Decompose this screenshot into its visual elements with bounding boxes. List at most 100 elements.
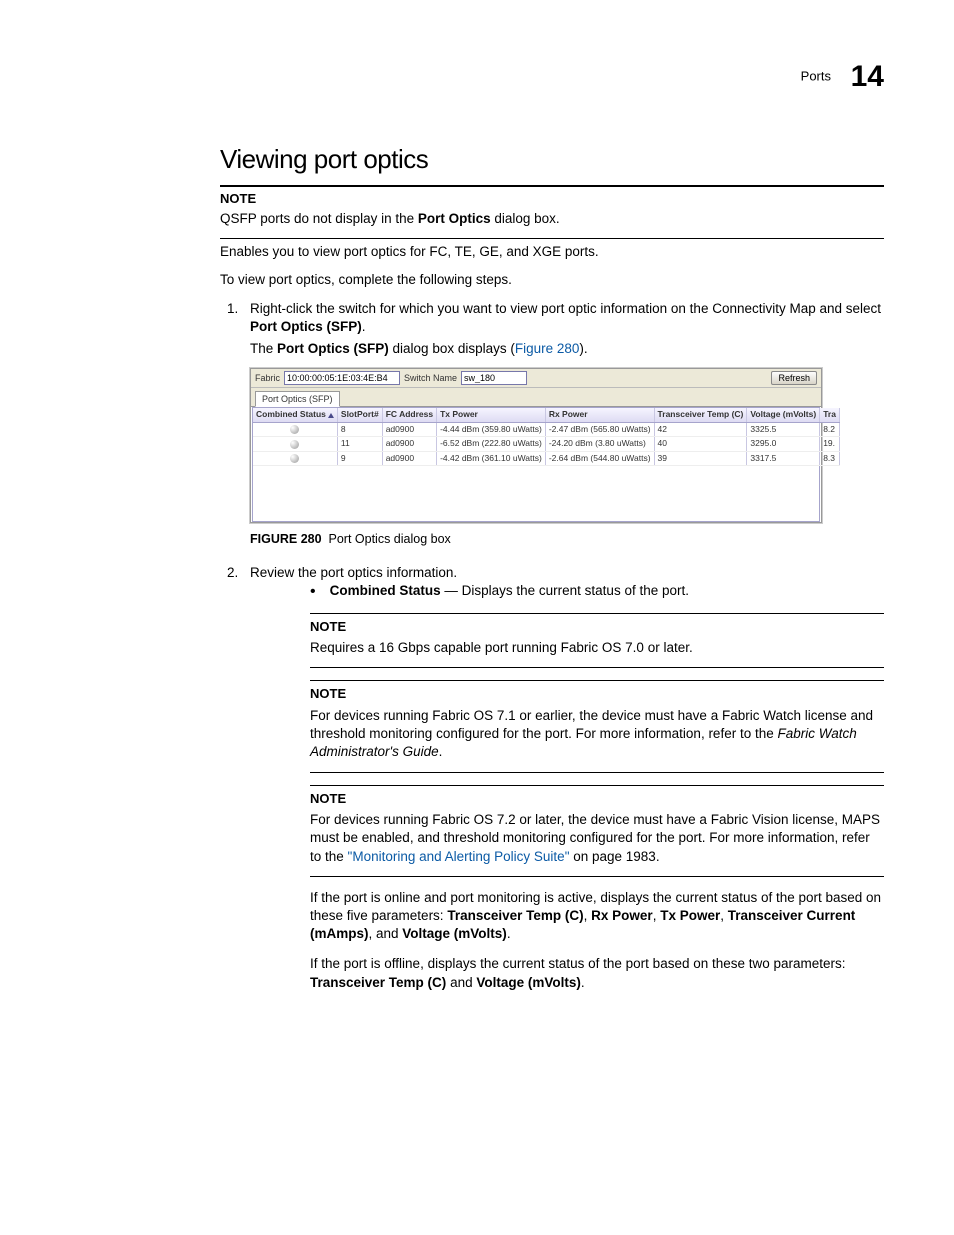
term: Voltage (mVolts): [402, 926, 507, 941]
note-text: For devices running Fabric OS 7.1 or ear…: [310, 707, 884, 762]
cell: -4.44 dBm (359.80 uWatts): [437, 422, 546, 436]
status-icon: [290, 425, 299, 434]
col-rx-power[interactable]: Rx Power: [545, 408, 654, 422]
col-tra[interactable]: Tra: [820, 408, 840, 422]
page: Ports 14 Viewing port optics NOTE QSFP p…: [0, 0, 954, 1062]
cell: 3317.5: [747, 451, 820, 465]
term: Rx Power: [591, 908, 653, 923]
cell: 8.2: [820, 422, 840, 436]
text: , and: [369, 926, 403, 941]
tab-port-optics[interactable]: Port Optics (SFP): [255, 391, 340, 407]
note-label: NOTE: [220, 191, 884, 206]
switchname-input[interactable]: [461, 371, 527, 385]
text: Right-click the switch for which you wan…: [250, 301, 881, 316]
note-block: NOTE For devices running Fabric OS 7.1 o…: [310, 680, 884, 772]
fabric-label: Fabric: [255, 372, 280, 384]
cell: 3325.5: [747, 422, 820, 436]
text: QSFP ports do not display in the: [220, 211, 418, 226]
fabric-input[interactable]: [284, 371, 400, 385]
switchname-label: Switch Name: [404, 372, 457, 384]
rule: [310, 772, 884, 773]
rule: [310, 613, 884, 614]
term: Combined Status: [330, 583, 441, 598]
text: The: [250, 341, 277, 356]
note-label: NOTE: [310, 618, 884, 636]
cell: 9: [337, 451, 382, 465]
col-fc-address[interactable]: FC Address: [382, 408, 436, 422]
paragraph: If the port is online and port monitorin…: [310, 889, 884, 944]
refresh-button[interactable]: Refresh: [771, 371, 817, 385]
step-item: Right-click the switch for which you wan…: [242, 300, 884, 549]
paragraph: Enables you to view port optics for FC, …: [220, 243, 884, 261]
status-icon: [290, 440, 299, 449]
cell: 19.: [820, 437, 840, 451]
rule: [220, 185, 884, 187]
paragraph: If the port is offline, displays the cur…: [310, 955, 884, 991]
figure-label: FIGURE 280: [250, 532, 322, 546]
cell: ad0900: [382, 451, 436, 465]
steps-list: Right-click the switch for which you wan…: [220, 300, 884, 992]
text: .: [581, 975, 585, 990]
figure-link[interactable]: Figure 280: [515, 341, 580, 356]
text: .: [439, 744, 443, 759]
cross-ref-link[interactable]: "Monitoring and Alerting Policy Suite": [348, 849, 570, 864]
figure-title: Port Optics dialog box: [329, 532, 451, 546]
port-optics-dialog: Fabric Switch Name Refresh Port Optics (…: [250, 368, 822, 523]
term: Transceiver Temp (C): [447, 908, 583, 923]
paragraph: To view port optics, complete the follow…: [220, 271, 884, 289]
cell: -24.20 dBm (3.80 uWatts): [545, 437, 654, 451]
text: If the port is offline, displays the cur…: [310, 956, 846, 971]
cell: -6.52 dBm (222.80 uWatts): [437, 437, 546, 451]
table-row[interactable]: 11 ad0900 -6.52 dBm (222.80 uWatts) -24.…: [253, 437, 839, 451]
table-row[interactable]: 8 ad0900 -4.44 dBm (359.80 uWatts) -2.47…: [253, 422, 839, 436]
cell: ad0900: [382, 437, 436, 451]
cell: 40: [654, 437, 747, 451]
term: Port Optics: [418, 211, 491, 226]
col-slotport[interactable]: SlotPort#: [337, 408, 382, 422]
cell: 39: [654, 451, 747, 465]
bullet-item: • Combined Status — Displays the current…: [310, 582, 884, 600]
col-combined-status[interactable]: Combined Status: [253, 408, 337, 422]
term: Tx Power: [660, 908, 720, 923]
note-label: NOTE: [310, 790, 884, 808]
running-header: Ports 14: [220, 60, 884, 94]
status-icon: [290, 454, 299, 463]
cell: -2.64 dBm (544.80 uWatts): [545, 451, 654, 465]
col-voltage[interactable]: Voltage (mVolts): [747, 408, 820, 422]
note-block: NOTE For devices running Fabric OS 7.2 o…: [310, 785, 884, 877]
cell: 3295.0: [747, 437, 820, 451]
text: dialog box displays (: [389, 341, 515, 356]
note-text: For devices running Fabric OS 7.2 or lat…: [310, 811, 884, 866]
rule: [310, 667, 884, 668]
text: on page 1983.: [569, 849, 659, 864]
term: Port Optics (SFP): [250, 319, 362, 334]
note-text: QSFP ports do not display in the Port Op…: [220, 210, 884, 228]
text: .: [507, 926, 511, 941]
figure-caption: FIGURE 280 Port Optics dialog box: [250, 531, 884, 548]
text: ).: [579, 341, 587, 356]
cell: ad0900: [382, 422, 436, 436]
bullet-icon: •: [310, 584, 316, 600]
text: .: [362, 319, 366, 334]
rule: [310, 785, 884, 786]
text: and: [446, 975, 476, 990]
term: Port Optics (SFP): [277, 341, 389, 356]
note-text: Requires a 16 Gbps capable port running …: [310, 639, 884, 657]
term: Transceiver Temp (C): [310, 975, 446, 990]
step-item: Review the port optics information. • Co…: [242, 564, 884, 992]
dialog-tabs: Port Optics (SFP): [251, 388, 821, 407]
rule: [220, 238, 884, 239]
cell: 8: [337, 422, 382, 436]
col-tx-power[interactable]: Tx Power: [437, 408, 546, 422]
chapter-number: 14: [851, 60, 884, 93]
table-row[interactable]: 9 ad0900 -4.42 dBm (361.10 uWatts) -2.64…: [253, 451, 839, 465]
sort-asc-icon: [328, 413, 334, 418]
rule: [310, 876, 884, 877]
note-block: NOTE Requires a 16 Gbps capable port run…: [310, 613, 884, 669]
page-title: Viewing port optics: [220, 144, 884, 175]
col-temp[interactable]: Transceiver Temp (C): [654, 408, 747, 422]
dialog-toolbar: Fabric Switch Name Refresh: [251, 369, 821, 388]
term: Voltage (mVolts): [476, 975, 581, 990]
text: ,: [720, 908, 728, 923]
section-name: Ports: [801, 68, 831, 83]
